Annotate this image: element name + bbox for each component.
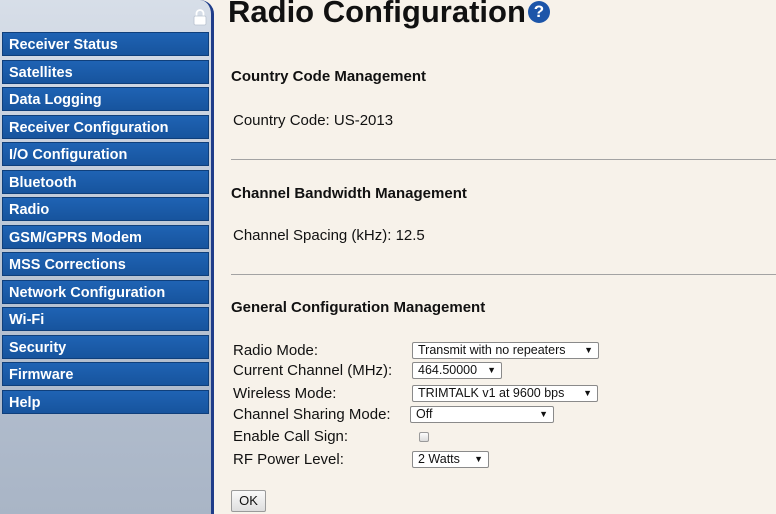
radio-mode-label: Radio Mode: xyxy=(233,342,319,359)
divider xyxy=(231,159,776,160)
rf-power-row: RF Power Level: 2 Watts ▼ xyxy=(233,450,773,470)
rf-power-value: 2 Watts xyxy=(418,452,460,466)
channel-sharing-select[interactable]: Off ▼ xyxy=(410,406,554,423)
ok-button[interactable]: OK xyxy=(231,490,266,512)
radio-mode-value: Transmit with no repeaters xyxy=(418,343,566,357)
wireless-mode-value: TRIMTALK v1 at 9600 bps xyxy=(418,386,565,400)
sidebar-item-io-configuration[interactable]: I/O Configuration xyxy=(2,142,209,166)
page-title-text: Radio Configuration xyxy=(228,0,526,29)
sidebar-item-receiver-status[interactable]: Receiver Status xyxy=(2,32,209,56)
sidebar-item-help[interactable]: Help xyxy=(2,389,209,414)
current-channel-select[interactable]: 464.50000 ▼ xyxy=(412,362,502,379)
divider xyxy=(231,274,776,275)
channel-bandwidth-heading: Channel Bandwidth Management xyxy=(231,185,467,202)
sidebar-item-gsm-gprs-modem[interactable]: GSM/GPRS Modem xyxy=(2,224,209,249)
dropdown-arrow-icon: ▼ xyxy=(539,409,548,419)
sidebar-item-bluetooth[interactable]: Bluetooth xyxy=(2,169,209,194)
dropdown-arrow-icon: ▼ xyxy=(487,365,496,375)
current-channel-value: 464.50000 xyxy=(418,363,478,377)
country-code-heading: Country Code Management xyxy=(231,68,427,85)
help-icon[interactable]: ? xyxy=(527,1,550,23)
call-sign-label: Enable Call Sign: xyxy=(233,428,349,445)
rf-power-select[interactable]: 2 Watts ▼ xyxy=(412,451,489,468)
sidebar-item-mss-corrections[interactable]: MSS Corrections xyxy=(2,252,209,276)
country-code-text: Country Code: US-2013 xyxy=(233,112,394,129)
rf-power-label: RF Power Level: xyxy=(233,451,344,468)
dropdown-arrow-icon: ▼ xyxy=(584,345,593,355)
wireless-mode-label: Wireless Mode: xyxy=(233,385,337,402)
sidebar-item-wifi[interactable]: Wi-Fi xyxy=(2,307,209,331)
dropdown-arrow-icon: ▼ xyxy=(474,454,483,464)
channel-sharing-value: Off xyxy=(416,407,433,421)
sidebar-item-network-configuration[interactable]: Network Configuration xyxy=(2,279,209,304)
channel-sharing-label: Channel Sharing Mode: xyxy=(233,406,391,423)
radio-mode-select[interactable]: Transmit with no repeaters ▼ xyxy=(412,342,599,359)
sidebar-item-satellites[interactable]: Satellites xyxy=(2,59,209,84)
sidebar: Receiver Status Satellites Data Logging … xyxy=(0,0,214,514)
current-channel-label: Current Channel (MHz): xyxy=(233,362,393,379)
sidebar-item-security[interactable]: Security xyxy=(2,334,209,359)
call-sign-row: Enable Call Sign: xyxy=(233,427,773,447)
sidebar-item-receiver-configuration[interactable]: Receiver Configuration xyxy=(2,114,209,139)
wireless-mode-row: Wireless Mode: TRIMTALK v1 at 9600 bps ▼ xyxy=(233,384,773,404)
sidebar-item-firmware[interactable]: Firmware xyxy=(2,362,209,386)
general-configuration-heading: General Configuration Management xyxy=(231,299,486,316)
current-channel-row: Current Channel (MHz): 464.50000 ▼ xyxy=(233,361,773,381)
call-sign-checkbox[interactable] xyxy=(419,432,429,442)
sidebar-item-radio[interactable]: Radio xyxy=(2,197,209,221)
padlock-icon xyxy=(193,9,207,26)
channel-spacing-text: Channel Spacing (kHz): 12.5 xyxy=(233,227,425,244)
sidebar-menu: Receiver Status Satellites Data Logging … xyxy=(2,32,209,417)
wireless-mode-select[interactable]: TRIMTALK v1 at 9600 bps ▼ xyxy=(412,385,598,402)
page-title: Radio Configuration? xyxy=(228,0,550,30)
dropdown-arrow-icon: ▼ xyxy=(583,388,592,398)
sidebar-item-data-logging[interactable]: Data Logging xyxy=(2,87,209,111)
radio-mode-row: Radio Mode: Transmit with no repeaters ▼ xyxy=(233,341,773,361)
channel-sharing-row: Channel Sharing Mode: Off ▼ xyxy=(233,405,773,425)
